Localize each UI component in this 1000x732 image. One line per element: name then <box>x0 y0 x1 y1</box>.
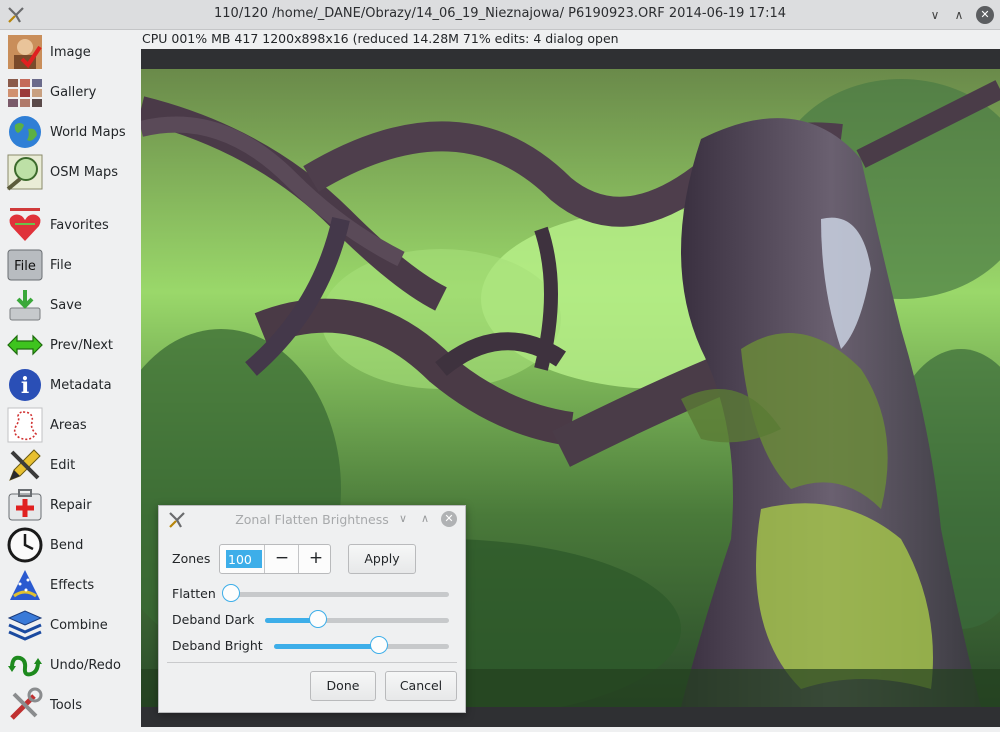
combine-icon <box>7 610 43 641</box>
sidebar-item-repair[interactable]: Repair <box>6 486 136 524</box>
svg-text:i: i <box>21 373 29 399</box>
sidebar: Image Gallery World Maps OSM Maps Favori… <box>0 30 140 732</box>
sidebar-item-bend[interactable]: Bend <box>6 526 136 564</box>
zones-spinbox[interactable]: − + <box>219 544 331 574</box>
tools-icon <box>10 687 43 720</box>
sidebar-item-label: Bend <box>50 537 84 553</box>
close-button[interactable]: ✕ <box>976 6 994 24</box>
window-title: 110/120 /home/_DANE/Obrazy/14_06_19_Niez… <box>214 6 786 21</box>
sidebar-item-edit[interactable]: Edit <box>6 446 136 484</box>
zones-increment-button[interactable]: + <box>298 545 333 573</box>
deband-dark-label: Deband Dark <box>172 612 255 627</box>
sidebar-item-label: OSM Maps <box>50 164 119 180</box>
edit-icon <box>9 449 41 481</box>
sidebar-item-favorites[interactable]: Favorites <box>6 206 136 244</box>
deband-bright-slider-fill <box>274 644 379 649</box>
deband-bright-slider-handle[interactable] <box>370 636 388 654</box>
undo-redo-icon <box>8 655 42 677</box>
sidebar-item-label: Combine <box>50 617 108 633</box>
gallery-icon <box>8 79 42 107</box>
cancel-button[interactable]: Cancel <box>385 671 457 701</box>
file-icon: File <box>7 249 43 281</box>
repair-icon <box>8 489 42 521</box>
zones-decrement-button[interactable]: − <box>264 545 299 573</box>
areas-icon <box>7 407 43 443</box>
sidebar-item-label: Effects <box>50 577 95 593</box>
sidebar-item-image[interactable]: Image <box>6 33 136 71</box>
apply-button[interactable]: Apply <box>348 544 416 574</box>
flatten-slider[interactable] <box>222 584 449 602</box>
arrows-icon <box>7 334 43 356</box>
sidebar-item-metadata[interactable]: i Metadata <box>6 366 136 404</box>
save-icon <box>9 290 41 321</box>
sidebar-item-prev-next[interactable]: Prev/Next <box>6 326 136 364</box>
sidebar-item-label: Tools <box>50 697 83 713</box>
dialog-close-button[interactable]: ✕ <box>441 511 457 527</box>
flatten-slider-handle[interactable] <box>222 584 240 602</box>
deband-dark-slider[interactable] <box>265 610 449 628</box>
sidebar-item-label: Repair <box>50 497 92 513</box>
dialog-minimize-button[interactable]: ∨ <box>395 511 411 527</box>
sidebar-item-tools[interactable]: Tools <box>6 686 136 724</box>
info-icon: i <box>9 369 41 401</box>
sidebar-item-gallery[interactable]: Gallery <box>6 73 136 111</box>
sidebar-item-effects[interactable]: Effects <box>6 566 136 604</box>
sidebar-item-label: Areas <box>50 417 87 433</box>
window-titlebar: 110/120 /home/_DANE/Obrazy/14_06_19_Niez… <box>0 0 1000 30</box>
sidebar-item-label: Metadata <box>50 377 112 393</box>
sidebar-item-world-maps[interactable]: World Maps <box>6 113 136 151</box>
zones-input[interactable] <box>226 550 262 568</box>
svg-text:File: File <box>14 259 36 274</box>
globe-icon <box>9 116 41 148</box>
heart-icon <box>9 208 41 241</box>
sidebar-item-areas[interactable]: Areas <box>6 406 136 444</box>
status-line: CPU 001% MB 417 1200x898x16 (reduced 14.… <box>142 31 619 46</box>
osm-map-icon <box>6 154 43 191</box>
bend-icon <box>7 527 43 563</box>
sidebar-item-osm-maps[interactable]: OSM Maps <box>6 153 136 191</box>
maximize-button[interactable]: ∧ <box>950 6 968 24</box>
sidebar-item-combine[interactable]: Combine <box>6 606 136 644</box>
deband-bright-label: Deband Bright <box>172 638 263 653</box>
sidebar-item-undo-redo[interactable]: Undo/Redo <box>6 646 136 684</box>
sidebar-item-file[interactable]: File File <box>6 246 136 284</box>
sidebar-item-label: Favorites <box>50 217 109 233</box>
deband-bright-slider[interactable] <box>274 636 449 654</box>
sidebar-item-save[interactable]: Save <box>6 286 136 324</box>
sidebar-item-label: Undo/Redo <box>50 657 121 673</box>
zones-label: Zones <box>172 551 211 566</box>
deband-dark-slider-handle[interactable] <box>309 610 328 628</box>
sidebar-item-label: Prev/Next <box>50 337 114 353</box>
sidebar-item-label: Edit <box>50 457 76 473</box>
sidebar-item-label: World Maps <box>50 124 126 140</box>
flatten-label: Flatten <box>172 586 216 601</box>
sidebar-item-label: Save <box>50 297 82 313</box>
effects-icon <box>10 570 40 600</box>
zonal-flatten-dialog: Zonal Flatten Brightness ∨ ∧ ✕ Zones − +… <box>158 505 466 713</box>
sidebar-item-label: Image <box>50 44 91 60</box>
minimize-button[interactable]: ∨ <box>926 6 944 24</box>
dialog-maximize-button[interactable]: ∧ <box>417 511 433 527</box>
sidebar-item-label: Gallery <box>50 84 97 100</box>
image-icon <box>8 35 42 69</box>
dialog-titlebar[interactable]: Zonal Flatten Brightness ∨ ∧ ✕ <box>159 506 465 534</box>
done-button[interactable]: Done <box>310 671 376 701</box>
dialog-separator <box>167 662 457 663</box>
sidebar-item-label: File <box>50 257 72 273</box>
